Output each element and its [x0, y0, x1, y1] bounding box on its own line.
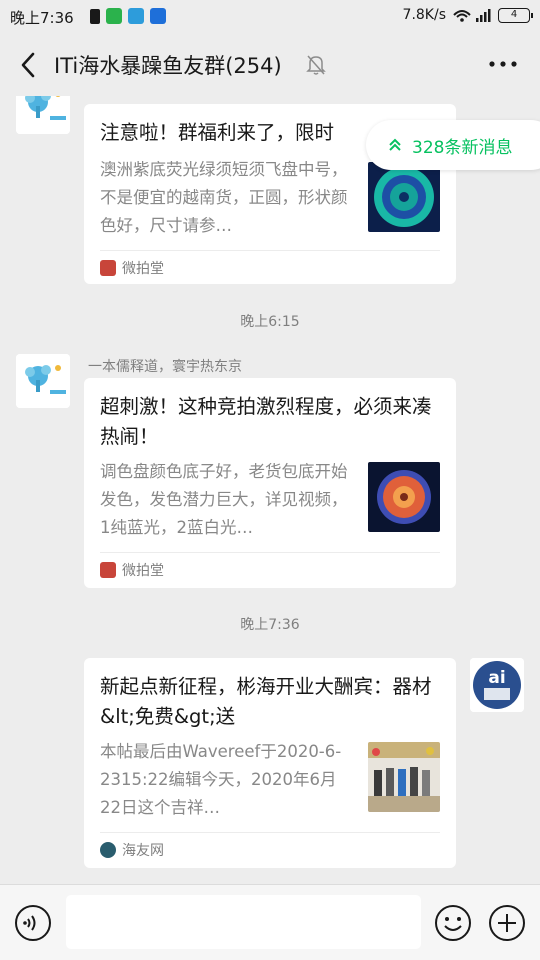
- card-title: 注意啦！群福利来了，限时: [100, 121, 335, 144]
- ai-avatar-icon: ai: [470, 658, 524, 712]
- card-source-label: 微拍堂: [122, 563, 164, 579]
- card-source: 海友网: [100, 840, 164, 860]
- more-icon[interactable]: [488, 54, 518, 74]
- app-notification-icon: [150, 8, 166, 24]
- card-divider: [100, 250, 440, 251]
- card-thumbnail: [368, 742, 440, 812]
- card-divider: [100, 832, 440, 833]
- card-title: 新起点新征程，彬海开业大酬宾：器材&lt;免费&gt;送: [100, 675, 432, 728]
- emoji-icon[interactable]: [434, 904, 472, 942]
- coral-logo-icon: [16, 96, 70, 134]
- voice-icon[interactable]: [14, 904, 52, 942]
- haiyouwang-icon: [100, 842, 116, 858]
- battery-icon: 4: [498, 7, 533, 23]
- message-timestamp: 晚上7:36: [240, 617, 300, 633]
- svg-text:ai: ai: [488, 668, 505, 688]
- self-avatar[interactable]: ai: [470, 658, 524, 712]
- app-notification-icon: [106, 8, 122, 24]
- link-card[interactable]: 新起点新征程，彬海开业大酬宾：器材&lt;免费&gt;送 本帖最后由Wavere…: [84, 658, 456, 868]
- sim-icon: [90, 8, 100, 24]
- status-right: 7.8K/s 4: [402, 7, 533, 23]
- card-description: 澳洲紫底荧光绿须短须飞盘中号，不是便宜的越南货，正圆，形状颜色好，尺寸请参…: [100, 160, 348, 235]
- new-messages-label: 328条新消息: [412, 137, 513, 158]
- mute-bell-icon: [306, 55, 326, 75]
- status-bar: 晚上7:36 7.8K/s 4: [0, 0, 540, 34]
- avatar[interactable]: [16, 354, 70, 408]
- double-chevron-up-icon: [389, 138, 401, 151]
- signal-icon: [453, 9, 491, 22]
- coral-image: [368, 162, 440, 232]
- app-notification-icon: [128, 8, 144, 24]
- new-messages-button[interactable]: 328条新消息: [366, 120, 540, 170]
- card-source: 微拍堂: [100, 560, 164, 580]
- card-divider: [100, 552, 440, 553]
- card-title: 超刺激！这种竞拍激烈程度，必须来凑热闹！: [100, 395, 432, 448]
- chat-header: ITi海水暴躁鱼友群(254): [0, 34, 540, 96]
- avatar[interactable]: [16, 96, 70, 134]
- link-card[interactable]: 超刺激！这种竞拍激烈程度，必须来凑热闹！ 调色盘颜色底子好，老货包底开始发色，发…: [84, 378, 456, 588]
- card-source: 微拍堂: [100, 258, 164, 278]
- message-input[interactable]: [66, 895, 421, 949]
- status-notification-icons: [90, 8, 166, 24]
- card-thumbnail: [368, 162, 440, 232]
- input-bar: [0, 884, 540, 960]
- group-photo-image: [368, 742, 440, 812]
- battery-level: 4: [510, 8, 518, 20]
- card-source-label: 微拍堂: [122, 261, 164, 277]
- page-title: ITi海水暴躁鱼友群(254): [54, 54, 282, 78]
- chat-message-list[interactable]: 注意啦！群福利来了，限时 澳洲紫底荧光绿须短须飞盘中号，不是便宜的越南货，正圆，…: [0, 96, 540, 884]
- card-description: 本帖最后由Wavereef于2020-6-2315:22编辑今天，2020年6月…: [100, 742, 342, 817]
- coral-logo-icon: [16, 354, 70, 408]
- card-source-label: 海友网: [122, 843, 164, 859]
- card-thumbnail: [368, 462, 440, 532]
- message-timestamp: 晚上6:15: [240, 314, 300, 330]
- weipaitang-icon: [100, 562, 116, 578]
- network-speed: 7.8K/s: [402, 7, 446, 23]
- weipaitang-icon: [100, 260, 116, 276]
- plus-icon[interactable]: [488, 904, 526, 942]
- status-time: 晚上7:36: [10, 9, 74, 27]
- back-arrow-icon[interactable]: [14, 48, 44, 82]
- coral-image: [368, 462, 440, 532]
- card-description: 调色盘颜色底子好，老货包底开始发色，发色潜力巨大，详见视频，1纯蓝光，2蓝白光…: [100, 462, 348, 537]
- sender-name: 一本儒释道，寰宇热东京: [88, 359, 242, 375]
